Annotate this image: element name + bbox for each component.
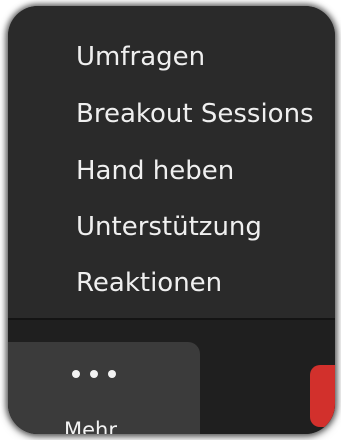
more-button-label: Mehr xyxy=(64,418,117,434)
menu-item-breakout-sessions[interactable]: Breakout Sessions xyxy=(76,86,314,142)
ellipsis-icon xyxy=(72,370,132,380)
menu-item-unterstuetzung[interactable]: Unterstützung xyxy=(76,199,262,255)
more-menu-popup: Umfragen Breakout Sessions Hand heben Un… xyxy=(8,6,335,434)
menu-item-umfragen[interactable]: Umfragen xyxy=(76,29,205,85)
more-menu: Umfragen Breakout Sessions Hand heben Un… xyxy=(8,6,335,318)
menu-item-hand-heben[interactable]: Hand heben xyxy=(76,143,234,199)
menu-item-reaktionen[interactable]: Reaktionen xyxy=(76,255,222,311)
more-button[interactable]: Mehr xyxy=(8,342,200,434)
meeting-toolbar: Mehr xyxy=(8,320,335,434)
leave-button[interactable] xyxy=(310,365,335,427)
